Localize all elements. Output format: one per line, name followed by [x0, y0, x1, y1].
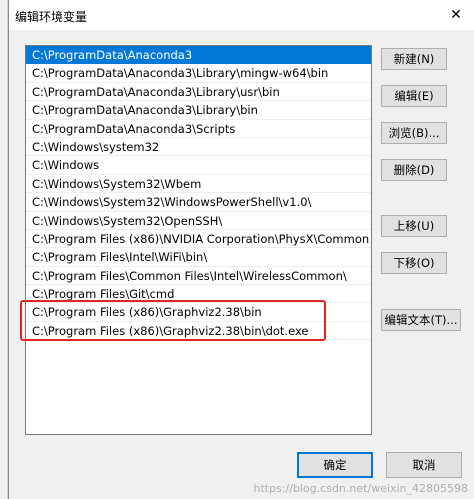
path-list-item[interactable]: C:\Windows\System32\OpenSSH\ — [26, 212, 371, 230]
delete-button[interactable]: 删除(D) — [381, 159, 447, 181]
path-list-item[interactable]: C:\Program Files (x86)\NVIDIA Corporatio… — [26, 230, 371, 249]
close-icon: ✕ — [450, 7, 462, 23]
path-list-item[interactable]: C:\Windows\System32\WindowsPowerShell\v1… — [26, 193, 371, 212]
path-list[interactable]: C:\ProgramData\Anaconda3 C:\ProgramData\A… — [25, 45, 372, 435]
path-list-item[interactable]: C:\Windows — [26, 156, 371, 175]
browse-button[interactable]: 浏览(B)... — [381, 122, 447, 144]
path-list-item[interactable]: C:\ProgramData\Anaconda3 — [26, 46, 371, 65]
path-list-item[interactable]: C:\Program Files (x86)\Graphviz2.38\bin — [26, 303, 371, 322]
cancel-button[interactable]: 取消 — [386, 452, 462, 478]
move-up-button[interactable]: 上移(U) — [381, 215, 447, 237]
path-list-item[interactable]: C:\ProgramData\Anaconda3\Library\usr\bin — [26, 83, 371, 102]
watermark-text: https://blog.csdn.net/weixin_42805598 — [253, 482, 468, 495]
path-list-item[interactable]: C:\ProgramData\Anaconda3\Library\mingw-w… — [26, 64, 371, 83]
ok-button[interactable]: 确定 — [297, 452, 373, 478]
path-list-item[interactable]: C:\Program Files\Git\cmd — [26, 285, 371, 304]
edit-environment-variable-dialog: 编辑环境变量 ✕ C:\ProgramData\Anaconda3 C:\Prog… — [8, 0, 474, 499]
new-button[interactable]: 新建(N) — [381, 48, 447, 70]
path-list-item[interactable]: C:\Program Files\Common Files\Intel\Wire… — [26, 267, 371, 286]
move-down-button[interactable]: 下移(O) — [381, 252, 447, 274]
path-list-item[interactable]: C:\Program Files\Intel\WiFi\bin\ — [26, 248, 371, 267]
path-list-item[interactable]: C:\Program Files (x86)\Graphviz2.38\bin\… — [26, 322, 371, 341]
edit-button[interactable]: 编辑(E) — [381, 85, 447, 107]
title-bar: 编辑环境变量 ✕ — [9, 0, 474, 30]
path-list-item[interactable]: C:\Windows\system32 — [26, 138, 371, 157]
path-list-item[interactable]: C:\ProgramData\Anaconda3\Scripts — [26, 120, 371, 138]
close-button[interactable]: ✕ — [445, 4, 467, 26]
background-window-edge — [0, 0, 8, 499]
path-list-item[interactable]: C:\ProgramData\Anaconda3\Library\bin — [26, 101, 371, 120]
edit-text-button[interactable]: 编辑文本(T)... — [381, 309, 461, 331]
path-list-item[interactable]: C:\Windows\System32\Wbem — [26, 175, 371, 194]
dialog-title: 编辑环境变量 — [15, 10, 88, 24]
